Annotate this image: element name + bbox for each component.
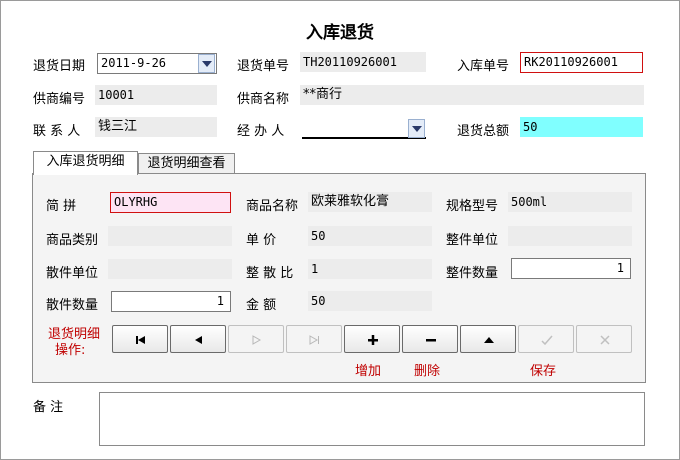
loose-qty-label: 散件数量	[46, 298, 99, 313]
product-name-field: 欧莱雅软化膏	[308, 192, 432, 212]
loose-unit-label: 散件单位	[46, 266, 99, 281]
save-caption: 保存	[530, 364, 557, 379]
edit-button[interactable]	[460, 325, 516, 353]
category-label: 商品类别	[46, 233, 99, 248]
total-label: 退货总额	[457, 124, 510, 139]
loose-unit-field	[108, 259, 232, 279]
delete-caption: 删除	[414, 364, 441, 379]
next-record-icon	[252, 335, 262, 345]
date-dropdown-button[interactable]	[198, 54, 215, 73]
delete-button[interactable]	[402, 325, 458, 353]
whole-qty-input[interactable]: 1	[511, 258, 631, 279]
return-date-label: 退货日期	[33, 59, 86, 74]
plus-icon	[368, 335, 378, 345]
inbound-no-label: 入库单号	[457, 59, 510, 74]
pinyin-input[interactable]: OLYRHG	[110, 192, 231, 213]
total-field: 50	[520, 117, 643, 137]
whole-unit-field	[508, 226, 632, 246]
contact-field: 钱三江	[95, 117, 217, 137]
last-record-icon	[309, 335, 319, 345]
add-button[interactable]	[344, 325, 400, 353]
amount-field: 50	[308, 291, 432, 311]
page-title: 入库退货	[306, 23, 374, 43]
chevron-down-icon	[412, 126, 422, 132]
minus-icon	[426, 339, 436, 342]
ratio-field: 1	[308, 259, 432, 279]
first-record-icon	[136, 336, 145, 344]
unit-price-field: 50	[308, 226, 432, 246]
add-caption: 增加	[355, 364, 382, 379]
return-date-value: 2011-9-26	[101, 56, 167, 70]
supplier-code-field: 10001	[95, 85, 217, 105]
prev-record-icon	[195, 336, 202, 344]
inbound-no-input[interactable]: RK20110926001	[520, 52, 643, 73]
handler-dropdown-button[interactable]	[408, 119, 425, 138]
cancel-button[interactable]	[576, 325, 632, 353]
next-record-button[interactable]	[228, 325, 284, 353]
ratio-label: 整 散 比	[246, 266, 294, 281]
return-no-field: TH20110926001	[300, 52, 426, 72]
spec-field: 500ml	[508, 192, 632, 212]
unit-price-label: 单 价	[246, 233, 277, 248]
handler-label: 经 办 人	[237, 124, 285, 139]
return-no-label: 退货单号	[237, 59, 290, 74]
prev-record-button[interactable]	[170, 325, 226, 353]
whole-qty-label: 整件数量	[446, 266, 499, 281]
category-field	[108, 226, 232, 246]
triangle-up-icon	[484, 337, 494, 343]
ops-label-line2: 操作:	[55, 343, 86, 358]
tab-return-detail[interactable]: 入库退货明细	[33, 151, 138, 175]
supplier-name-field: **商行	[300, 85, 644, 105]
chevron-down-icon	[202, 61, 212, 67]
supplier-name-label: 供商名称	[237, 92, 290, 107]
remarks-textarea[interactable]	[99, 392, 645, 446]
remarks-label: 备 注	[33, 400, 64, 415]
pinyin-label: 简 拼	[46, 199, 77, 214]
tab-detail-view[interactable]: 退货明细查看	[138, 153, 235, 175]
spec-label: 规格型号	[446, 199, 499, 214]
save-button[interactable]	[518, 325, 574, 353]
checkmark-icon	[541, 335, 553, 346]
last-record-button[interactable]	[286, 325, 342, 353]
close-icon	[600, 335, 610, 345]
supplier-code-label: 供商编号	[33, 92, 86, 107]
amount-label: 金 额	[246, 298, 277, 313]
product-name-label: 商品名称	[246, 199, 299, 214]
first-record-button[interactable]	[112, 325, 168, 353]
whole-unit-label: 整件单位	[446, 233, 499, 248]
loose-qty-input[interactable]: 1	[111, 291, 231, 312]
contact-label: 联 系 人	[33, 124, 81, 139]
